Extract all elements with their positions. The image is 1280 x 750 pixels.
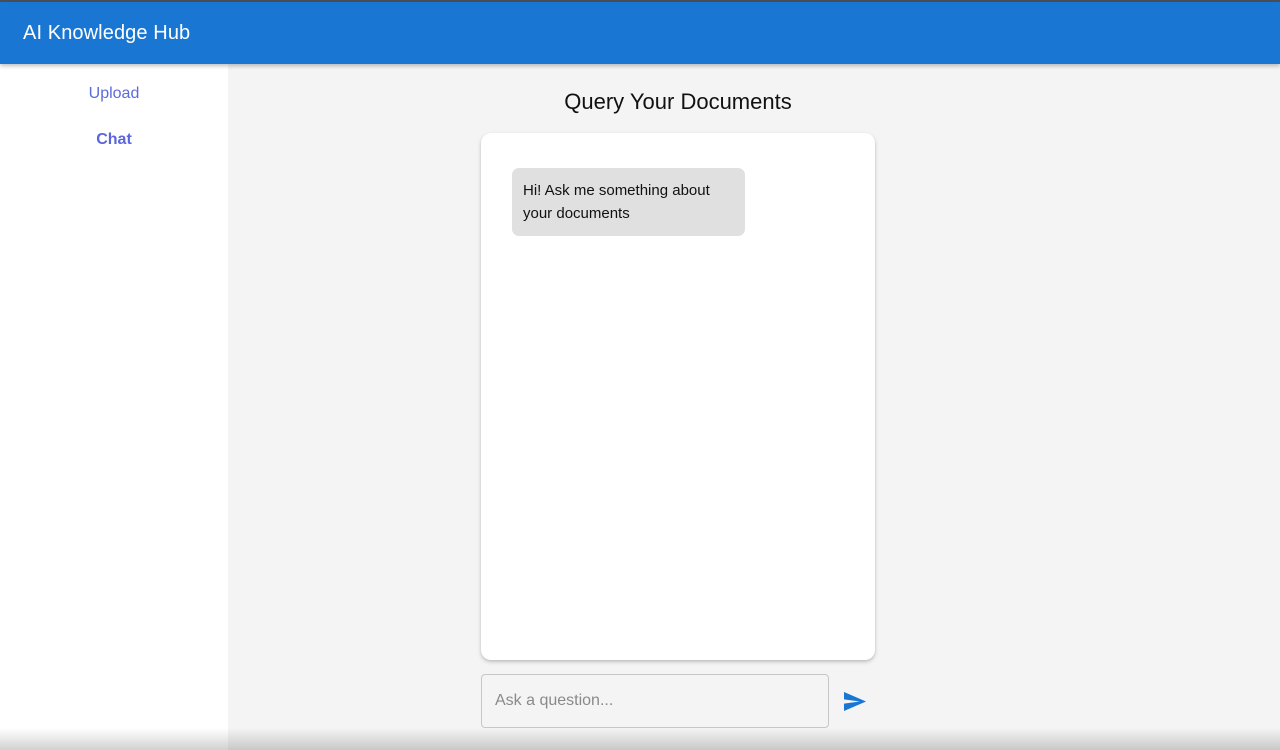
- app-root: AI Knowledge Hub Upload Chat Query Your …: [0, 0, 1280, 750]
- question-input[interactable]: [495, 692, 815, 710]
- bot-message: Hi! Ask me something about your document…: [512, 168, 745, 236]
- sidebar: Upload Chat: [0, 64, 228, 750]
- sidebar-item-upload[interactable]: Upload: [0, 85, 228, 103]
- send-icon: [844, 691, 866, 711]
- send-button[interactable]: [839, 686, 871, 716]
- page-title: Query Your Documents: [564, 89, 792, 114]
- sidebar-item-chat[interactable]: Chat: [0, 131, 228, 149]
- main-content: Query Your Documents Hi! Ask me somethin…: [228, 64, 1280, 750]
- app-bar: AI Knowledge Hub: [0, 2, 1280, 64]
- chat-window[interactable]: Hi! Ask me something about your document…: [481, 133, 875, 660]
- app-title: AI Knowledge Hub: [23, 21, 191, 44]
- question-input-field[interactable]: [481, 674, 829, 728]
